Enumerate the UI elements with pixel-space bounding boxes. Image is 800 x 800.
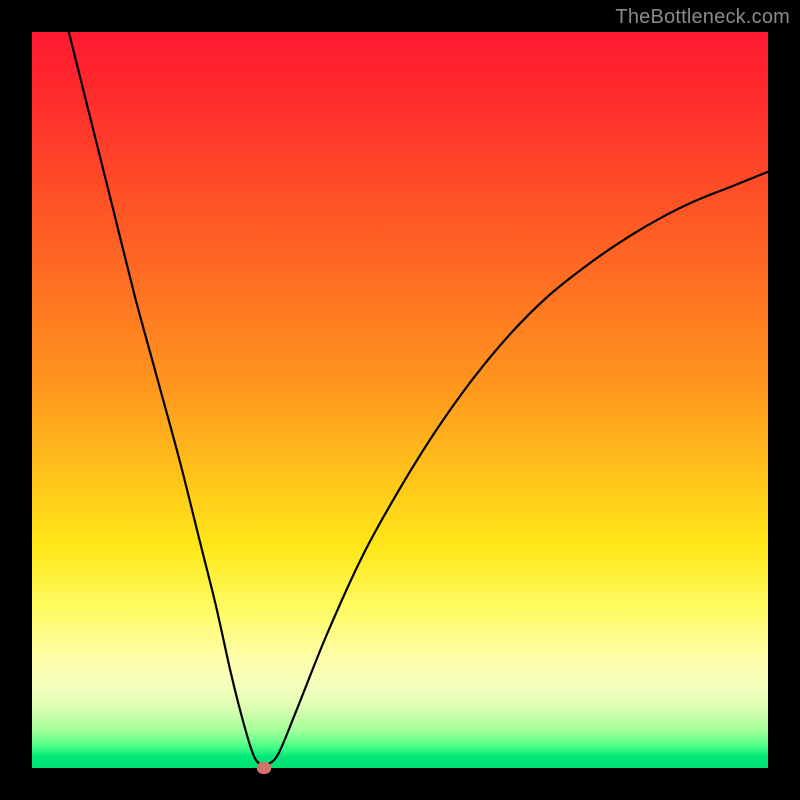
minimum-marker xyxy=(257,762,271,774)
plot-area xyxy=(32,32,768,768)
watermark-text: TheBottleneck.com xyxy=(615,6,790,29)
chart-frame: TheBottleneck.com xyxy=(0,0,800,800)
bottleneck-curve xyxy=(32,32,768,768)
